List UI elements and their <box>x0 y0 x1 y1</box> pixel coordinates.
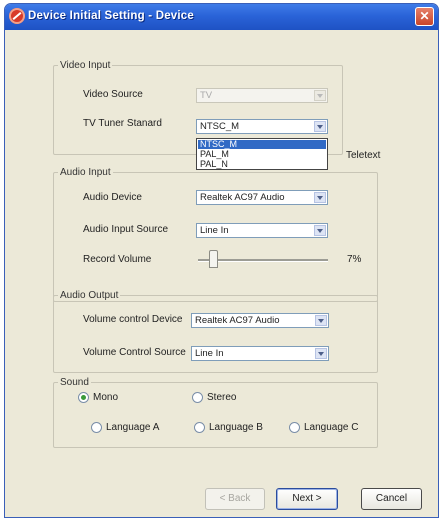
language-a-label[interactable]: Language A <box>106 422 159 433</box>
audio-output-legend: Audio Output <box>60 290 119 301</box>
record-volume-label: Record Volume <box>83 254 152 265</box>
dropdown-option-pal-m[interactable]: PAL_M <box>198 150 326 159</box>
mono-label[interactable]: Mono <box>93 392 118 403</box>
back-button[interactable]: < Back <box>205 488 265 510</box>
tv-tuner-select[interactable]: NTSC_M <box>196 119 328 134</box>
app-logo-icon <box>9 8 25 24</box>
audio-input-source-select[interactable]: Line In <box>196 223 328 238</box>
title-bar[interactable]: Device Initial Setting - Device ✕ <box>5 4 438 30</box>
language-b-label[interactable]: Language B <box>209 422 263 433</box>
audio-input-source-label: Audio Input Source <box>83 224 169 235</box>
sound-group: Sound <box>53 377 378 448</box>
language-b-radio[interactable] <box>194 422 205 433</box>
cancel-button[interactable]: Cancel <box>361 488 422 510</box>
chevron-down-icon[interactable] <box>314 121 326 132</box>
volume-control-device-label: Volume control Device <box>83 314 183 325</box>
mono-radio[interactable] <box>78 392 89 403</box>
video-source-value: TV <box>200 90 213 101</box>
volume-control-source-value: Line In <box>195 348 224 359</box>
video-source-select: TV <box>196 88 328 103</box>
chevron-down-icon[interactable] <box>314 192 326 203</box>
video-input-legend: Video Input <box>60 60 111 71</box>
language-c-radio[interactable] <box>289 422 300 433</box>
chevron-down-icon[interactable] <box>314 225 326 236</box>
close-icon: ✕ <box>419 9 430 23</box>
volume-control-source-select[interactable]: Line In <box>191 346 329 361</box>
video-source-label: Video Source <box>83 89 143 100</box>
device-initial-setting-dialog: Device Initial Setting - Device ✕ Video … <box>4 3 439 518</box>
sound-legend: Sound <box>60 377 89 388</box>
volume-control-device-value: Realtek AC97 Audio <box>195 315 280 326</box>
record-volume-value: 7% <box>347 254 362 265</box>
audio-device-label: Audio Device <box>83 192 142 203</box>
tv-tuner-label: TV Tuner Stanard <box>83 118 162 129</box>
audio-input-legend: Audio Input <box>60 167 111 178</box>
close-button[interactable]: ✕ <box>415 7 434 26</box>
window-title: Device Initial Setting - Device <box>28 10 194 22</box>
dialog-content: Video Input Video Source TV TV Tuner Sta… <box>5 30 438 517</box>
audio-device-select[interactable]: Realtek AC97 Audio <box>196 190 328 205</box>
record-volume-slider-thumb[interactable] <box>209 250 218 268</box>
stereo-radio[interactable] <box>192 392 203 403</box>
volume-control-device-select[interactable]: Realtek AC97 Audio <box>191 313 329 328</box>
dropdown-option-ntsc-m[interactable]: NTSC_M <box>198 140 326 149</box>
chevron-down-icon[interactable] <box>315 315 327 326</box>
teletext-label: Teletext <box>346 150 381 161</box>
dropdown-option-pal-n[interactable]: PAL_N <box>198 160 326 169</box>
next-button[interactable]: Next > <box>276 488 338 510</box>
volume-control-source-label: Volume Control Source <box>83 347 186 358</box>
audio-input-source-value: Line In <box>200 225 229 236</box>
language-c-label[interactable]: Language C <box>304 422 359 433</box>
tv-tuner-value: NTSC_M <box>200 121 240 132</box>
chevron-down-icon <box>314 90 326 101</box>
tv-tuner-dropdown-list: NTSC_M PAL_M PAL_N <box>196 138 328 170</box>
stereo-label[interactable]: Stereo <box>207 392 236 403</box>
language-a-radio[interactable] <box>91 422 102 433</box>
audio-device-value: Realtek AC97 Audio <box>200 192 285 203</box>
chevron-down-icon[interactable] <box>315 348 327 359</box>
